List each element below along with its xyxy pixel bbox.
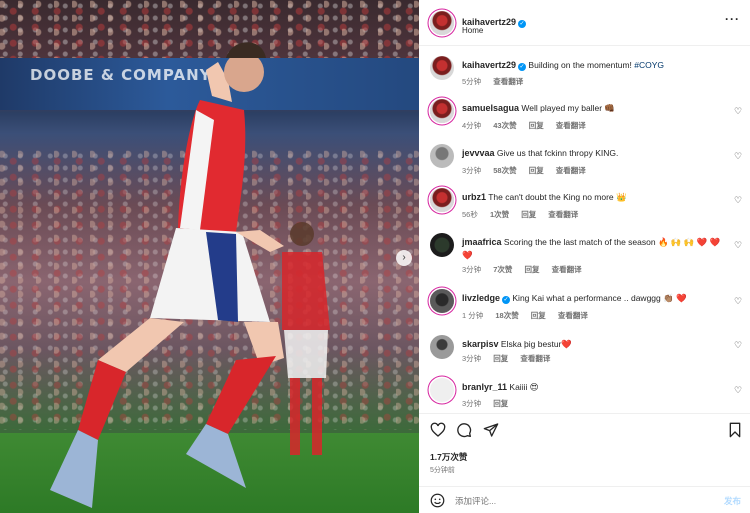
reply-button[interactable]: 回复 xyxy=(521,210,536,219)
post-comment-button[interactable]: 发布 xyxy=(724,495,741,507)
add-comment-bar: 发布 xyxy=(419,486,750,513)
post-header: kaihavertz29 ✓ Home ··· xyxy=(419,0,750,46)
commenter-avatar[interactable] xyxy=(430,233,454,257)
verified-badge-icon: ✓ xyxy=(502,296,511,304)
comment-meta: 3分钟 回复 xyxy=(462,398,518,409)
like-comment-heart-icon[interactable]: ♡ xyxy=(734,152,743,161)
like-comment-heart-icon[interactable]: ♡ xyxy=(734,241,743,250)
comment-time: 3分钟 xyxy=(462,166,482,175)
comment-time: 1 分钟 xyxy=(462,311,484,320)
post-photo: DOOBE & COMPANY › xyxy=(0,0,419,513)
heart-icon[interactable] xyxy=(430,422,446,438)
comment-likes[interactable]: 43次赞 xyxy=(493,121,516,130)
commenter-avatar[interactable] xyxy=(430,99,454,123)
commenter-avatar[interactable] xyxy=(430,188,454,212)
comment-time: 56秒 xyxy=(462,210,478,219)
commenter-username[interactable]: jmaafrica xyxy=(462,237,502,247)
comment-likes[interactable]: 7次赞 xyxy=(493,265,512,274)
like-comment-heart-icon[interactable]: ♡ xyxy=(734,386,743,395)
like-comment-heart-icon[interactable]: ♡ xyxy=(734,297,743,306)
comment-meta: 3分钟 回复 查看翻译 xyxy=(462,353,560,364)
translate-link[interactable]: 查看翻译 xyxy=(558,311,588,320)
comment-likes[interactable]: 18次赞 xyxy=(495,311,518,320)
translate-link[interactable]: 查看翻译 xyxy=(493,77,523,86)
comment-meta: 3分钟 7次赞 回复 查看翻译 xyxy=(462,264,592,275)
translate-link[interactable]: 查看翻译 xyxy=(548,210,578,219)
commenter-username[interactable]: livzledge xyxy=(462,293,500,303)
comment-text: Kaiiii 😍 xyxy=(509,382,539,392)
comment-text: Well played my baller 👊🏾 xyxy=(521,103,615,113)
author-subtitle: Home xyxy=(462,26,484,35)
caption-body: kaihavertz29 ✓ Building on the momentum! … xyxy=(462,59,732,72)
comment-meta: 56秒 1次赞 回复 查看翻译 xyxy=(462,209,588,220)
comment-time: 3分钟 xyxy=(462,354,482,363)
author-avatar[interactable] xyxy=(430,11,454,35)
commenter-avatar[interactable] xyxy=(430,144,454,168)
comment-time: 4分钟 xyxy=(462,121,482,130)
comment-meta: 1 分钟 18次赞 回复 查看翻译 xyxy=(462,310,598,321)
commenter-avatar[interactable] xyxy=(430,378,454,402)
comment-likes[interactable]: 1次赞 xyxy=(490,210,509,219)
commenter-username[interactable]: skarpisv xyxy=(462,339,499,349)
verified-badge-icon: ✓ xyxy=(518,20,527,28)
commenter-username[interactable]: samuelsagua xyxy=(462,103,519,113)
comment-text: Elska þig bestur❤️ xyxy=(500,339,572,349)
comment-body: jevvvaa Give us that fckinn thropy KING. xyxy=(462,147,732,160)
reply-button[interactable]: 回复 xyxy=(531,311,546,320)
caption-text: Building on the momentum! xyxy=(528,60,635,70)
verified-badge-icon: ✓ xyxy=(518,63,527,71)
comment-text: Give us that fckinn thropy KING. xyxy=(496,148,619,158)
share-icon[interactable] xyxy=(483,422,499,438)
reply-button[interactable]: 回复 xyxy=(529,121,544,130)
player-illustration xyxy=(50,42,330,508)
reply-button[interactable]: 回复 xyxy=(529,166,544,175)
comment-meta: 3分钟 58次赞 回复 查看翻译 xyxy=(462,165,596,176)
comment-icon[interactable] xyxy=(456,422,472,438)
comment-body: urbz1 The can't doubt the King no more 👑 xyxy=(462,191,732,204)
reply-button[interactable]: 回复 xyxy=(525,265,540,274)
caption-time: 5分钟 xyxy=(462,77,482,86)
caption-hashtag[interactable]: #COYG xyxy=(634,60,664,70)
like-comment-heart-icon[interactable]: ♡ xyxy=(734,341,743,350)
author-avatar[interactable] xyxy=(430,56,454,80)
comment-text: King Kai what a performance .. dawggg 👏🏽… xyxy=(512,293,687,303)
comment-text: The can't doubt the King no more 👑 xyxy=(488,192,627,202)
comment-time: 3分钟 xyxy=(462,399,482,408)
post-time-ago: 5分钟前 xyxy=(430,467,455,474)
commenter-avatar[interactable] xyxy=(430,289,454,313)
commenter-username[interactable]: branlyr_11 xyxy=(462,382,507,392)
emoji-icon[interactable] xyxy=(430,493,445,508)
comment-body: samuelsagua Well played my baller 👊🏾 xyxy=(462,102,732,115)
comment-body: jmaafrica Scoring the the last match of … xyxy=(462,236,732,262)
comment-body: livzledge ✓ King Kai what a performance .… xyxy=(462,292,732,305)
comment-body: skarpisv Elska þig bestur❤️ xyxy=(462,338,732,351)
bookmark-icon[interactable] xyxy=(727,422,743,438)
translate-link[interactable]: 查看翻译 xyxy=(520,354,550,363)
reply-button[interactable]: 回复 xyxy=(493,399,508,408)
reply-button[interactable]: 回复 xyxy=(493,354,508,363)
likes-count[interactable]: 1.7万次赞 xyxy=(430,451,467,463)
post-actions: 1.7万次赞 5分钟前 发布 xyxy=(419,413,750,513)
caption-meta: 5分钟 查看翻译 xyxy=(462,76,533,87)
commenter-avatar[interactable] xyxy=(430,335,454,359)
commenter-username[interactable]: jevvvaa xyxy=(462,148,495,158)
comment-body: branlyr_11 Kaiiii 😍 xyxy=(462,381,732,394)
post-side-panel: kaihavertz29 ✓ Home ··· kaihavertz29 ✓ Bui… xyxy=(419,0,750,513)
next-photo-button[interactable]: › xyxy=(396,250,412,266)
translate-link[interactable]: 查看翻译 xyxy=(556,166,586,175)
comment-meta: 4分钟 43次赞 回复 查看翻译 xyxy=(462,120,596,131)
comment-time: 3分钟 xyxy=(462,265,482,274)
comment-likes[interactable]: 58次赞 xyxy=(493,166,516,175)
commenter-username[interactable]: urbz1 xyxy=(462,192,486,202)
translate-link[interactable]: 查看翻译 xyxy=(556,121,586,130)
caption-username[interactable]: kaihavertz29 xyxy=(462,60,516,70)
like-comment-heart-icon[interactable]: ♡ xyxy=(734,196,743,205)
add-comment-input[interactable] xyxy=(455,494,685,508)
translate-link[interactable]: 查看翻译 xyxy=(552,265,582,274)
like-comment-heart-icon[interactable]: ♡ xyxy=(734,107,743,116)
more-options-icon[interactable]: ··· xyxy=(725,12,740,26)
